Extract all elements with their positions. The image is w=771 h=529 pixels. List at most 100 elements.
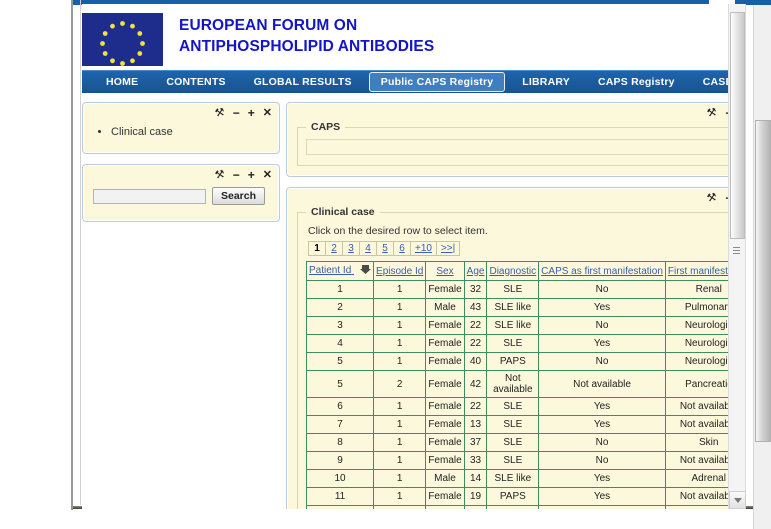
- table-row[interactable]: 61Female22SLEYesNot available: [305, 397, 728, 416]
- cell-sex[interactable]: Female: [425, 334, 465, 353]
- cell-first-manifestation[interactable]: Not available: [664, 415, 728, 434]
- cell-patient-id[interactable]: 3: [305, 316, 375, 335]
- cell-episode-id[interactable]: 2: [373, 370, 427, 398]
- cell-patient-id[interactable]: 6: [305, 397, 375, 416]
- cell-patient-id[interactable]: 8: [305, 433, 375, 452]
- nav-item-library[interactable]: LIBRARY: [508, 71, 584, 93]
- cell-sex[interactable]: Male: [425, 298, 465, 317]
- page-scrollbar[interactable]: [728, 4, 746, 509]
- cell-caps-first[interactable]: No: [538, 505, 666, 509]
- cell-caps-first[interactable]: Yes: [538, 415, 666, 434]
- cell-patient-id[interactable]: 7: [305, 415, 375, 434]
- table-row[interactable]: 1 1 Female 32 SLE No Renal: [305, 280, 728, 299]
- cell-diagnostic[interactable]: SLE: [486, 433, 540, 452]
- cell-diagnostic[interactable]: PAPS: [486, 352, 540, 371]
- cell-age[interactable]: 33: [463, 451, 488, 470]
- cell-episode-id[interactable]: 1: [373, 334, 427, 353]
- cell-patient-id[interactable]: 5: [305, 370, 375, 398]
- cell-patient-id[interactable]: 11: [305, 487, 375, 506]
- cell-age[interactable]: 37: [463, 433, 488, 452]
- cell-patient-id[interactable]: 2: [305, 298, 375, 317]
- page-link-1[interactable]: 1: [308, 241, 325, 256]
- cell-diagnostic[interactable]: SLE like: [486, 469, 540, 488]
- cell-first-manifestation[interactable]: Bone: [664, 505, 728, 509]
- cell-caps-first[interactable]: No: [538, 451, 666, 470]
- cell-episode-id[interactable]: 1: [373, 352, 427, 371]
- page-link-next10[interactable]: +10: [410, 241, 436, 256]
- cell-episode-id[interactable]: 1: [373, 469, 427, 488]
- cell-age[interactable]: 43: [463, 298, 488, 317]
- cell-first-manifestation[interactable]: Adrenal: [664, 469, 728, 488]
- cell-caps-first[interactable]: No: [538, 352, 666, 371]
- cell-sex[interactable]: Female: [425, 451, 465, 470]
- cell-episode-id[interactable]: 1: [373, 433, 427, 452]
- table-row[interactable]: 5 2 Female 42 Not available Not available Panc…: [305, 370, 728, 398]
- cell-caps-first[interactable]: No: [538, 316, 666, 335]
- table-row[interactable]: 5 1 Female 40 PAPS No Neurologic: [305, 352, 728, 371]
- cell-first-manifestation[interactable]: Not available: [664, 451, 728, 470]
- page-link-4[interactable]: 4: [359, 241, 376, 256]
- cell-age[interactable]: 19: [463, 487, 488, 506]
- table-row[interactable]: 91Female33SLENoNot available: [305, 451, 728, 470]
- table-row[interactable]: 8 1 Female 37 SLE No Skin: [305, 433, 728, 452]
- wrench-icon[interactable]: ⚒: [706, 106, 718, 120]
- cell-age[interactable]: 14: [463, 469, 488, 488]
- maximize-icon[interactable]: +: [248, 169, 255, 181]
- column-header-first-manifestation[interactable]: First manifestation: [664, 261, 728, 281]
- cell-diagnostic[interactable]: SLE: [486, 397, 540, 416]
- window-scrollbar[interactable]: [753, 5, 771, 529]
- table-row[interactable]: 71Female13SLEYesNot available: [305, 415, 728, 434]
- cell-patient-id[interactable]: 4: [305, 334, 375, 353]
- cell-age[interactable]: 22: [463, 334, 488, 353]
- search-input[interactable]: [93, 188, 206, 204]
- cell-sex[interactable]: Female: [425, 433, 465, 452]
- cell-patient-id[interactable]: 10: [305, 469, 375, 488]
- cell-age[interactable]: 42: [463, 370, 488, 398]
- cell-sex[interactable]: Female: [425, 352, 465, 371]
- cell-first-manifestation[interactable]: Pulmonary: [664, 298, 728, 317]
- nav-item-global-results[interactable]: GLOBAL RESULTS: [240, 71, 366, 93]
- cell-patient-id[interactable]: 1: [305, 280, 375, 299]
- cell-caps-first[interactable]: Yes: [538, 298, 666, 317]
- table-row[interactable]: 121Female25PAPSNoBone: [305, 505, 728, 509]
- minimize-icon[interactable]: −: [233, 107, 240, 119]
- cell-diagnostic[interactable]: SLE: [486, 451, 540, 470]
- cell-caps-first[interactable]: Not available: [538, 370, 666, 398]
- cell-age[interactable]: 13: [463, 415, 488, 434]
- cell-first-manifestation[interactable]: Pancreatic: [664, 370, 728, 398]
- window-scrollbar-thumb[interactable]: [755, 120, 771, 442]
- table-row[interactable]: 3 1 Female 22 SLE like No Neurologic: [305, 316, 728, 335]
- nav-item-home[interactable]: HOME: [92, 71, 152, 93]
- table-row[interactable]: 2 1 Male 43 SLE like Yes Pulmonary: [305, 298, 728, 317]
- cell-diagnostic[interactable]: PAPS: [486, 505, 540, 509]
- page-link-2[interactable]: 2: [325, 241, 342, 256]
- table-row[interactable]: 4 1 Female 22 SLE Yes Neurologic: [305, 334, 728, 353]
- page-link-5[interactable]: 5: [376, 241, 393, 256]
- cell-first-manifestation[interactable]: Neurologic: [664, 316, 728, 335]
- cell-caps-first[interactable]: No: [538, 280, 666, 299]
- page-link-3[interactable]: 3: [342, 241, 359, 256]
- column-header-caps-first[interactable]: CAPS as first manifestation: [538, 261, 666, 281]
- close-icon[interactable]: ✕: [263, 169, 272, 181]
- cell-episode-id[interactable]: 1: [373, 487, 427, 506]
- wrench-icon[interactable]: ⚒: [214, 168, 226, 182]
- cell-age[interactable]: 40: [463, 352, 488, 371]
- cell-caps-first[interactable]: No: [538, 433, 666, 452]
- cell-episode-id[interactable]: 1: [373, 505, 427, 509]
- cell-age[interactable]: 22: [463, 316, 488, 335]
- wrench-icon[interactable]: ⚒: [706, 191, 718, 205]
- cell-episode-id[interactable]: 1: [373, 397, 427, 416]
- cell-sex[interactable]: Female: [425, 370, 465, 398]
- cell-sex[interactable]: Female: [425, 487, 465, 506]
- cell-diagnostic[interactable]: SLE like: [486, 298, 540, 317]
- table-row[interactable]: 10 1 Male 14 SLE like Yes Adrenal: [305, 469, 728, 488]
- cell-caps-first[interactable]: Yes: [538, 487, 666, 506]
- cell-sex[interactable]: Female: [425, 280, 465, 299]
- cell-sex[interactable]: Female: [425, 505, 465, 509]
- cell-episode-id[interactable]: 1: [373, 316, 427, 335]
- search-button[interactable]: Search: [212, 187, 266, 205]
- cell-first-manifestation[interactable]: Renal: [664, 280, 728, 299]
- column-header-sex[interactable]: Sex: [425, 261, 465, 281]
- column-header-episode-id[interactable]: Episode Id: [373, 261, 427, 281]
- column-header-diagnostic[interactable]: Diagnostic: [486, 261, 540, 281]
